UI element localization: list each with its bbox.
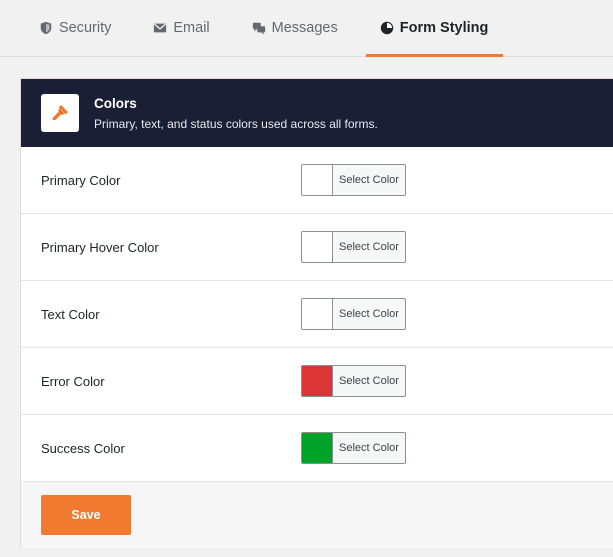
tab-security[interactable]: Security — [25, 0, 126, 56]
select-color-button[interactable]: Select Color — [333, 165, 405, 195]
settings-tabs: Security Email Messages Form Styling — [0, 0, 613, 57]
field-label: Text Color — [41, 306, 100, 322]
field-label: Error Color — [41, 373, 105, 389]
field-label: Primary Hover Color — [41, 239, 159, 255]
tab-label: Email — [173, 20, 210, 36]
tab-label: Security — [59, 20, 112, 36]
primary-color-picker[interactable]: Select Color — [301, 164, 406, 196]
shield-icon — [40, 21, 52, 35]
colors-panel: Colors Primary, text, and status colors … — [20, 78, 613, 548]
field-row-primary-hover-color: Primary Hover Color Select Color — [21, 214, 613, 281]
color-swatch[interactable] — [302, 366, 333, 396]
tab-messages[interactable]: Messages — [238, 0, 353, 56]
save-button[interactable]: Save — [41, 495, 131, 535]
brush-icon — [52, 105, 68, 121]
color-swatch[interactable] — [302, 433, 333, 463]
chat-icon — [252, 22, 265, 35]
text-color-picker[interactable]: Select Color — [301, 298, 406, 330]
palette-icon — [380, 21, 393, 35]
section-subtitle: Primary, text, and status colors used ac… — [94, 116, 378, 131]
color-swatch[interactable] — [302, 165, 333, 195]
section-icon-box — [41, 94, 79, 132]
select-color-button[interactable]: Select Color — [333, 299, 405, 329]
tab-form-styling[interactable]: Form Styling — [365, 0, 504, 57]
tab-label: Form Styling — [399, 20, 489, 36]
select-color-button[interactable]: Select Color — [333, 366, 405, 396]
field-row-primary-color: Primary Color Select Color — [21, 147, 613, 214]
error-color-picker[interactable]: Select Color — [301, 365, 406, 397]
section-header: Colors Primary, text, and status colors … — [21, 79, 613, 147]
primary-hover-color-picker[interactable]: Select Color — [301, 231, 406, 263]
select-color-button[interactable]: Select Color — [333, 433, 405, 463]
select-color-button[interactable]: Select Color — [333, 232, 405, 262]
envelope-icon — [154, 23, 167, 33]
field-row-success-color: Success Color Select Color — [21, 415, 613, 482]
tab-label: Messages — [271, 20, 338, 36]
field-label: Primary Color — [41, 172, 121, 188]
field-row-error-color: Error Color Select Color — [21, 348, 613, 415]
color-swatch[interactable] — [302, 299, 333, 329]
color-swatch[interactable] — [302, 232, 333, 262]
field-row-text-color: Text Color Select Color — [21, 281, 613, 348]
tab-email[interactable]: Email — [139, 0, 224, 56]
field-label: Success Color — [41, 440, 125, 456]
panel-footer: Save — [21, 482, 613, 548]
success-color-picker[interactable]: Select Color — [301, 432, 406, 464]
section-title: Colors — [94, 95, 137, 111]
